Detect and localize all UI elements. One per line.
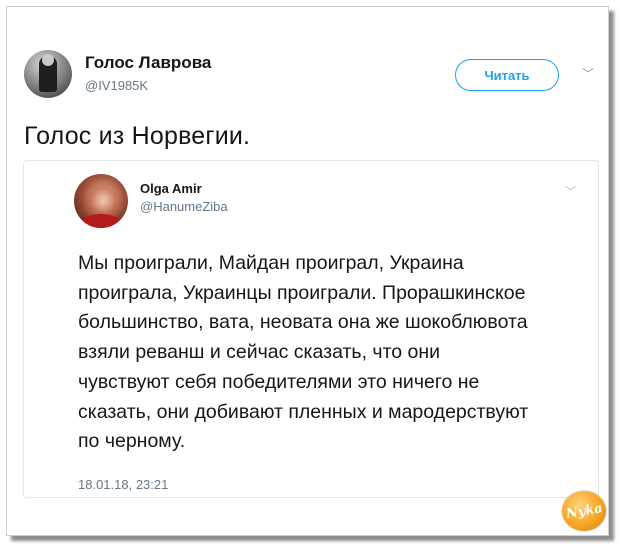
- quoted-tweet-body: Мы проиграли, Майдан проиграл, Украина п…: [78, 249, 583, 457]
- follow-button[interactable]: Читать: [455, 59, 559, 91]
- author-avatar[interactable]: [24, 50, 72, 98]
- tweet-card: Голос Лаврова @IV1985K Читать ﹀ Голос из…: [6, 6, 609, 536]
- quoted-author-name[interactable]: Olga Amir: [140, 181, 202, 196]
- quoted-body-line: взяли реванш и сейчас сказать, что они: [78, 341, 441, 364]
- quoted-author-avatar[interactable]: [74, 174, 128, 228]
- quoted-body-line: большинство, вата, неовата она же шокобл…: [78, 311, 528, 334]
- quoted-body-line: сказать, они добивают пленных и мародерс…: [78, 400, 529, 423]
- watermark-logo-text: Nyka: [564, 500, 604, 522]
- quoted-author-handle[interactable]: @HanumeZiba: [140, 199, 228, 214]
- author-display-name[interactable]: Голос Лаврова: [85, 53, 211, 73]
- author-handle[interactable]: @IV1985K: [85, 78, 148, 93]
- quoted-timestamp[interactable]: 18.01.18, 23:21: [78, 477, 168, 492]
- quoted-tweet[interactable]: Olga Amir @HanumeZiba ﹀ Мы проиграли, Ма…: [23, 160, 599, 498]
- tweet-text: Голос из Норвегии.: [24, 122, 251, 150]
- watermark-logo-icon: Nyka: [562, 491, 606, 531]
- quoted-body-line: Мы проиграли, Майдан проиграл, Украина: [78, 252, 464, 274]
- quoted-chevron-down-icon[interactable]: ﹀: [565, 183, 576, 199]
- quoted-body-line: проиграла, Украинцы проиграли. Прорашкин…: [78, 281, 526, 304]
- chevron-down-icon[interactable]: ﹀: [582, 65, 594, 82]
- avatar-dress: [80, 214, 122, 228]
- quoted-body-line: чувствуют себя победителями это ничего н…: [78, 370, 480, 393]
- quoted-body-line: по черному.: [78, 430, 186, 453]
- avatar-head: [42, 54, 54, 66]
